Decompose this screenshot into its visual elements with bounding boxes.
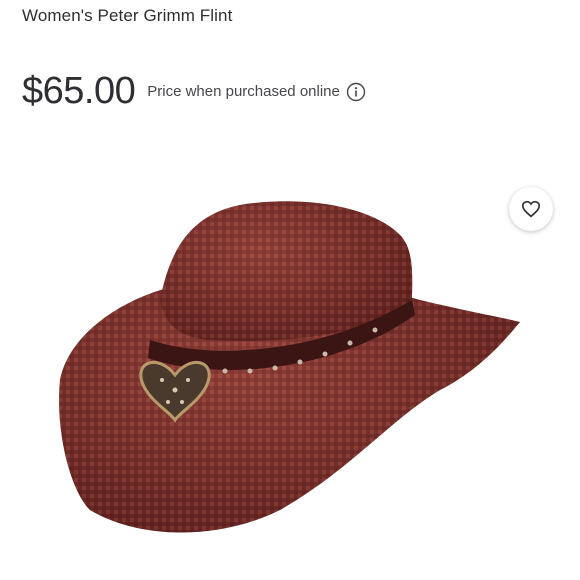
price-section: $65.00 Price when purchased online [22,70,366,113]
price-note: Price when purchased online [147,83,340,100]
product-image [59,201,521,533]
info-icon[interactable] [346,82,366,102]
product-title: Women's Peter Grimm Flint [22,6,233,25]
product-price: $65.00 [22,70,136,112]
